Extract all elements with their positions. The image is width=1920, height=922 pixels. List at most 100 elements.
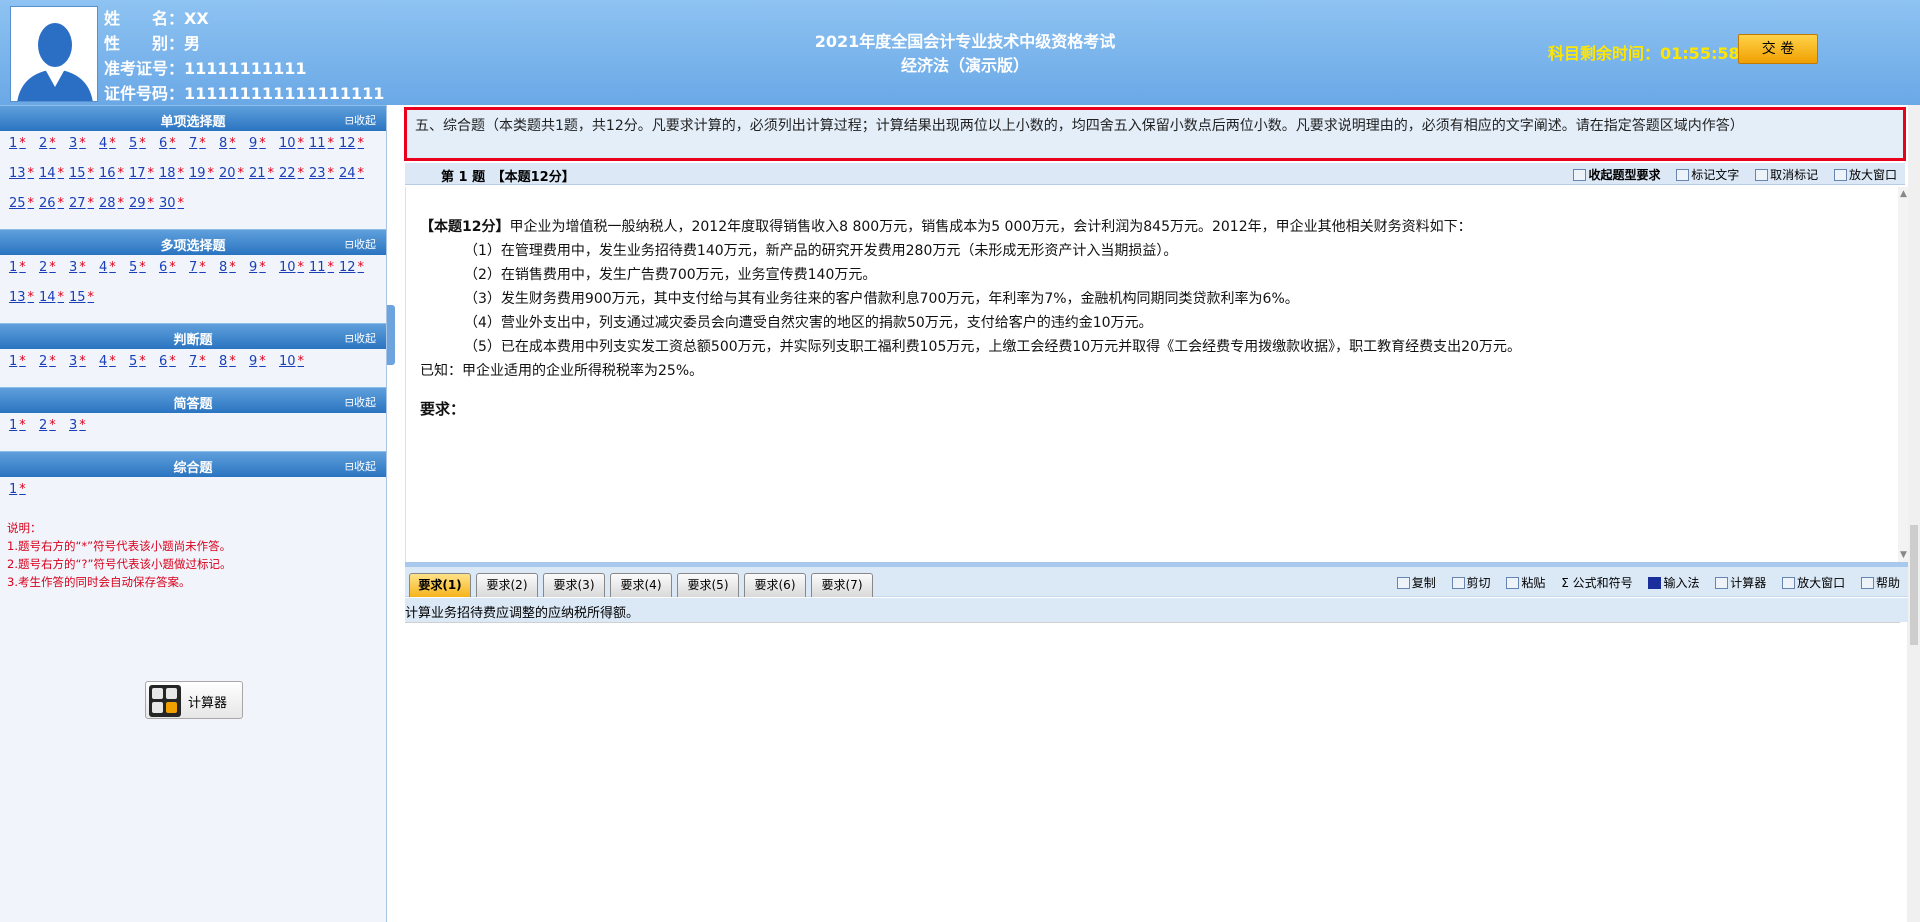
requirement-tab-6[interactable]: 要求(6) [744, 573, 806, 597]
question-link[interactable]: 6 * [159, 354, 189, 378]
question-link[interactable]: 12 * [339, 260, 369, 284]
requirement-tab-7[interactable]: 要求(7) [811, 573, 873, 597]
question-link[interactable]: 9 * [249, 136, 279, 160]
question-link[interactable]: 7 * [189, 354, 219, 378]
question-link[interactable]: 10 * [279, 136, 309, 160]
question-link[interactable]: 14 * [39, 166, 69, 190]
question-link[interactable]: 2 * [39, 418, 69, 442]
question-link[interactable]: 24 * [339, 166, 369, 190]
submit-exam-button[interactable]: 交 卷 [1738, 34, 1818, 64]
question-link[interactable]: 13 * [9, 290, 39, 314]
question-link[interactable]: 27 * [69, 196, 99, 220]
question-link[interactable]: 1 * [9, 418, 39, 442]
question-link-number: 3 [69, 260, 78, 275]
question-link[interactable]: 2 * [39, 354, 69, 378]
section-collapse-button[interactable]: ⊟收起 [345, 330, 376, 346]
question-link[interactable]: 14 * [39, 290, 69, 314]
question-link[interactable]: 28 * [99, 196, 129, 220]
unanswered-star: * [19, 482, 26, 497]
window-scrollbar[interactable] [1908, 105, 1920, 922]
question-link[interactable]: 10 * [279, 260, 309, 284]
collapse-requirements-button[interactable]: 收起题型要求 [1573, 168, 1660, 182]
question-link[interactable]: 6 * [159, 136, 189, 160]
question-link[interactable]: 11 * [309, 260, 339, 284]
question-link[interactable]: 1 * [9, 136, 39, 160]
question-link[interactable]: 3 * [69, 418, 99, 442]
answer-input-area[interactable] [405, 622, 1900, 922]
question-link[interactable]: 16 * [99, 166, 129, 190]
question-link[interactable]: 3 * [69, 260, 99, 284]
unanswered-star: * [27, 196, 35, 211]
unmark-button[interactable]: 取消标记 [1755, 168, 1818, 182]
question-link[interactable]: 30 * [159, 196, 189, 220]
formula-button[interactable]: Σ 公式和符号 [1561, 576, 1632, 590]
question-link[interactable]: 11 * [309, 136, 339, 160]
requirement-tab-1[interactable]: 要求(1) [409, 573, 471, 597]
question-link[interactable]: 18 * [159, 166, 189, 190]
question-link[interactable]: 2 * [39, 260, 69, 284]
question-link[interactable]: 1 * [9, 260, 39, 284]
question-link[interactable]: 22 * [279, 166, 309, 190]
section-collapse-button[interactable]: ⊟收起 [345, 236, 376, 252]
question-link[interactable]: 7 * [189, 260, 219, 284]
question-link[interactable]: 1 * [9, 482, 39, 506]
question-link[interactable]: 29 * [129, 196, 159, 220]
unanswered-star: * [49, 136, 56, 151]
question-link[interactable]: 6 * [159, 260, 189, 284]
mark-text-button[interactable]: 标记文字 [1676, 168, 1739, 182]
requirement-tab-2[interactable]: 要求(2) [476, 573, 538, 597]
unanswered-star: * [327, 260, 335, 275]
requirement-tab-4[interactable]: 要求(4) [610, 573, 672, 597]
enlarge-window-button[interactable]: 放大窗口 [1833, 168, 1897, 182]
section-collapse-button[interactable]: ⊟收起 [345, 394, 376, 410]
question-link[interactable]: 9 * [249, 260, 279, 284]
question-link[interactable]: 8 * [219, 136, 249, 160]
section-collapse-button[interactable]: ⊟收起 [345, 112, 376, 128]
question-link[interactable]: 26 * [39, 196, 69, 220]
help-button[interactable]: 帮助 [1860, 576, 1900, 590]
question-link[interactable]: 3 * [69, 136, 99, 160]
question-link[interactable]: 9 * [249, 354, 279, 378]
question-link[interactable]: 4 * [99, 136, 129, 160]
scroll-up-icon[interactable]: ▲ [1900, 189, 1907, 199]
question-link[interactable]: 2 * [39, 136, 69, 160]
question-link[interactable]: 10 * [279, 354, 309, 378]
window-scroll-thumb[interactable] [1910, 525, 1918, 645]
question-link-number: 13 [9, 166, 26, 181]
cut-button[interactable]: 剪切 [1451, 576, 1491, 590]
answer-calculator-button[interactable]: 计算器 [1715, 576, 1766, 590]
question-link[interactable]: 15 * [69, 290, 99, 314]
question-link[interactable]: 21 * [249, 166, 279, 190]
requirement-tab-3[interactable]: 要求(3) [543, 573, 605, 597]
copy-button[interactable]: 复制 [1396, 576, 1436, 590]
question-link[interactable]: 4 * [99, 354, 129, 378]
unanswered-star: * [259, 260, 266, 275]
collapse-panel-handle[interactable] [387, 305, 395, 365]
question-link[interactable]: 1 * [9, 354, 39, 378]
requirement-tab-5[interactable]: 要求(5) [677, 573, 739, 597]
question-link[interactable]: 3 * [69, 354, 99, 378]
scroll-down-icon[interactable]: ▼ [1900, 550, 1907, 560]
question-link[interactable]: 5 * [129, 354, 159, 378]
question-link[interactable]: 13 * [9, 166, 39, 190]
copy-icon [1396, 577, 1410, 589]
question-link[interactable]: 5 * [129, 136, 159, 160]
question-link[interactable]: 25 * [9, 196, 39, 220]
question-link[interactable]: 8 * [219, 260, 249, 284]
question-link[interactable]: 20 * [219, 166, 249, 190]
question-link[interactable]: 17 * [129, 166, 159, 190]
answer-enlarge-button[interactable]: 放大窗口 [1782, 576, 1845, 590]
paste-button[interactable]: 粘贴 [1506, 576, 1545, 590]
question-link[interactable]: 19 * [189, 166, 219, 190]
question-link[interactable]: 7 * [189, 136, 219, 160]
question-link[interactable]: 4 * [99, 260, 129, 284]
unanswered-star: * [199, 260, 206, 275]
section-collapse-button[interactable]: ⊟收起 [345, 458, 376, 474]
question-link[interactable]: 12 * [339, 136, 369, 160]
question-link[interactable]: 5 * [129, 260, 159, 284]
question-link[interactable]: 15 * [69, 166, 99, 190]
question-link[interactable]: 23 * [309, 166, 339, 190]
ime-button[interactable]: 输入法 [1648, 576, 1699, 590]
calculator-button[interactable]: 计算器 [145, 681, 243, 719]
question-link[interactable]: 8 * [219, 354, 249, 378]
